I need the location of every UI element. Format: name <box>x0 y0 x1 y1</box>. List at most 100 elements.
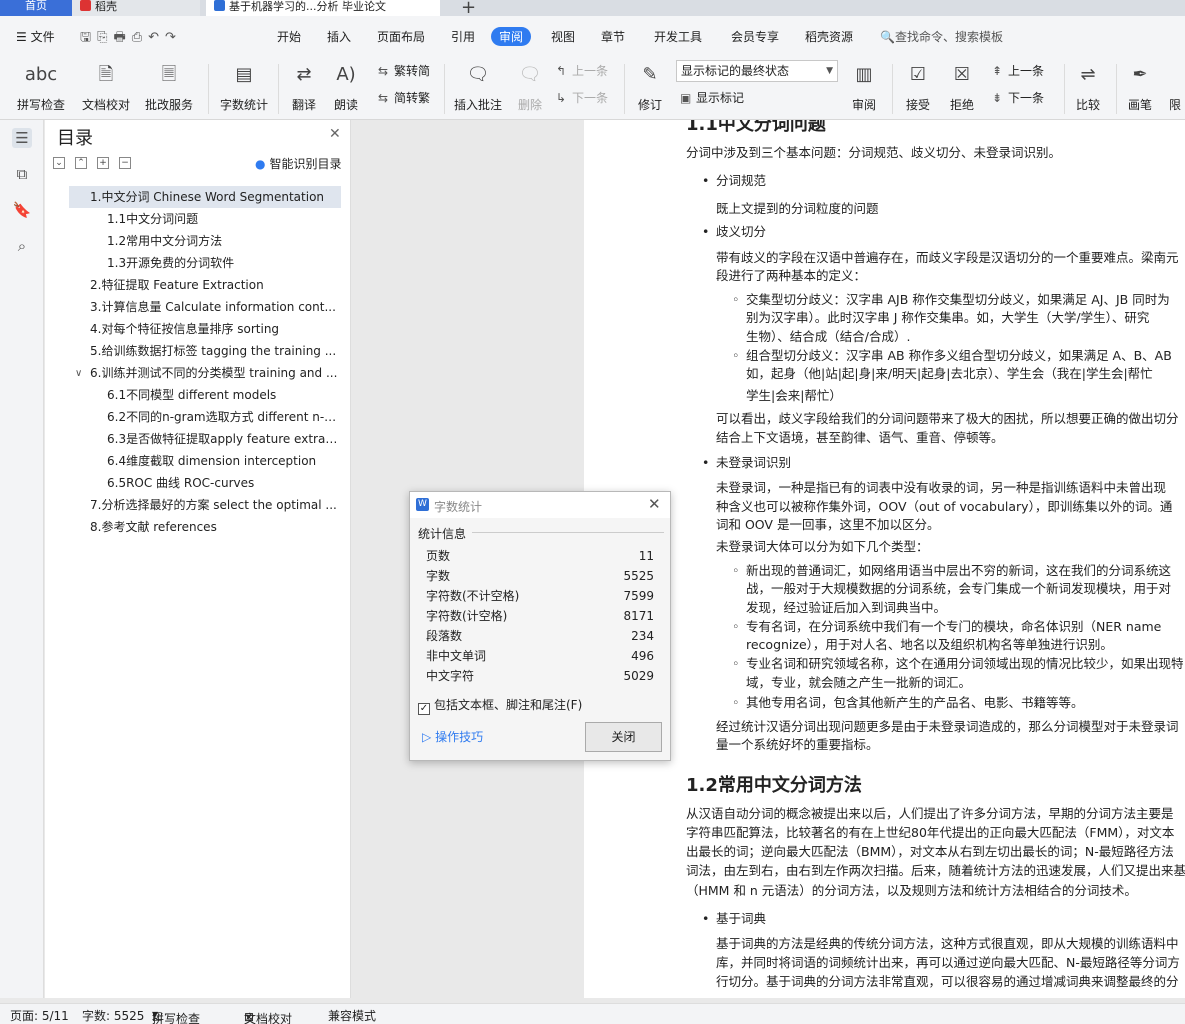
batch-service-button[interactable]: 🗏 批改服务 <box>138 60 200 113</box>
spell-check-button[interactable]: abc 拼写检查 <box>10 60 72 113</box>
toc-item[interactable]: 1.3开源免费的分词软件 <box>107 252 339 274</box>
paragraph: 发现，经过验证后加入到词典当中。 <box>746 600 947 615</box>
bookmark-icon[interactable]: 🔖 <box>12 200 32 220</box>
menu-docer-resources[interactable]: 稻壳资源 <box>805 28 853 45</box>
translate-button[interactable]: ⇄ 翻译 <box>284 60 324 113</box>
menu-chapter[interactable]: 章节 <box>601 28 625 45</box>
toc-item[interactable]: 2.特征提取 Feature Extraction <box>90 274 340 296</box>
navigation-pane-icon[interactable]: ⧉ <box>12 164 32 184</box>
spell-check-status[interactable]: ☑ 拼写检查 ▾ <box>152 1007 200 1024</box>
command-search[interactable]: 🔍查找命令、搜索模板 <box>880 28 1003 45</box>
chevron-down-icon[interactable]: ∨ <box>75 368 82 379</box>
paragraph: recognize），用于对人名、地名以及组织机构名等单独进行识别。 <box>746 637 1113 652</box>
paragraph: 库，并同时将词语的词频统计出来，再可以通过逆向最大匹配、N-最短路径等分词方 <box>716 955 1180 970</box>
menu-start[interactable]: 开始 <box>277 28 301 45</box>
remove-icon[interactable]: − <box>119 157 131 169</box>
menu-reference[interactable]: 引用 <box>451 28 475 45</box>
collapse-up-icon[interactable]: ⌃ <box>75 157 87 169</box>
tips-link[interactable]: ▷ 操作技巧 <box>422 728 483 745</box>
stat-row: 非中文单词 496 <box>426 646 654 666</box>
toc-item[interactable]: 6.5ROC 曲线 ROC-curves <box>107 472 339 494</box>
new-tab-icon[interactable]: + <box>461 0 476 16</box>
expand-down-icon[interactable]: ⌄ <box>53 157 65 169</box>
file-menu[interactable]: ☰ 文件 <box>16 28 55 45</box>
prev-comment-label: 上一条 <box>572 64 609 78</box>
page-indicator[interactable]: 页面: 5/11 <box>10 1007 69 1024</box>
toc-item[interactable]: 1.1中文分词问题 <box>107 208 339 230</box>
menu-bar: ☰ 文件 🖫⎘🖶⎙↶↷ 开始 插入 页面布局 引用 审阅 视图 章节 开发工具 … <box>0 16 1185 56</box>
doc-proof-icon: 🗎 <box>98 64 114 85</box>
reject-button[interactable]: ☒ 拒绝 <box>944 60 980 113</box>
track-changes-button[interactable]: ✎ 修订 <box>630 60 670 113</box>
simp-to-trad-button[interactable]: ⇆ 简转繁 <box>378 89 430 106</box>
status-bar: 页面: 5/11 字数: 5525 ☑ 拼写检查 ▾ ⊠ 文档校对 兼容模式 <box>0 1003 1185 1024</box>
smart-toc-button[interactable]: ● 智能识别目录 <box>255 155 342 172</box>
insert-comment-button[interactable]: 🗨 插入批注 <box>450 60 506 113</box>
tab-docer[interactable]: 稻壳 <box>72 0 200 16</box>
paragraph: 分词中涉及到三个基本问题：分词规范、歧义切分、未登录词识别。 <box>686 145 1062 160</box>
next-change-icon: ⇟ <box>992 91 1003 105</box>
toc-item[interactable]: 1.中文分词 Chinese Word Segmentation <box>69 186 341 208</box>
read-aloud-button[interactable]: A) 朗读 <box>328 60 364 113</box>
show-markup-button[interactable]: ▣ 显示标记 <box>680 89 744 106</box>
file-menu-label: 文件 <box>30 30 55 44</box>
doc-proof-button[interactable]: 🗎 文档校对 <box>78 60 134 113</box>
word-count-button[interactable]: ▤ 字数统计 <box>216 60 272 113</box>
toc-item[interactable]: 4.对每个特征按信息量排序 sorting <box>90 318 340 340</box>
toc-pane-icon[interactable]: ☰ <box>12 128 32 148</box>
paragraph: 未登录词，一种是指已有的词表中没有收录的词，另一种是指训练语料中未曾出现 <box>716 480 1167 495</box>
translate-label: 翻译 <box>291 98 316 112</box>
ink-button[interactable]: ✒ 画笔 <box>1122 60 1158 113</box>
sub-bullet-item: 专有名词，在分词系统中我们有一个专门的模块，命名体识别（NER name <box>732 619 1161 635</box>
next-change-label: 下一条 <box>1008 91 1045 105</box>
toc-item[interactable]: 6.2不同的n-gram选取方式 different n- ... <box>107 406 339 428</box>
next-change-button[interactable]: ⇟ 下一条 <box>992 89 1044 106</box>
quick-access-icons[interactable]: 🖫⎘🖶⎙↶↷ <box>80 28 182 50</box>
toc-item[interactable]: 6.4维度截取 dimension interception <box>107 450 339 472</box>
heading-1-2: 1.2常用中文分词方法 <box>686 775 862 796</box>
ribbon-divider <box>1064 64 1065 114</box>
close-icon[interactable]: ✕ <box>329 126 341 142</box>
compare-button[interactable]: ⇌ 比较 <box>1068 60 1108 113</box>
review-pane-button[interactable]: ▥ 审阅 <box>846 60 882 113</box>
ribbon-divider <box>208 64 209 114</box>
prev-comment-button[interactable]: ↰ 上一条 <box>556 62 608 79</box>
toc-item[interactable]: 3.计算信息量 Calculate information cont... <box>90 296 340 318</box>
paragraph: 域，专业，就会随之产生一批新的词汇。 <box>746 675 972 690</box>
spell-check-icon: abc <box>24 64 58 85</box>
include-textbox-label: 包括文本框、脚注和尾注(F) <box>434 698 583 712</box>
close-icon[interactable]: ✕ <box>648 495 661 513</box>
add-icon[interactable]: + <box>97 157 109 169</box>
next-comment-icon: ↳ <box>556 91 567 105</box>
accept-button[interactable]: ☑ 接受 <box>900 60 936 113</box>
toc-item[interactable]: 8.参考文献 references <box>90 516 340 538</box>
trad-to-simp-button[interactable]: ⇆ 繁转简 <box>378 62 430 79</box>
toc-item[interactable]: 6.1不同模型 different models <box>107 384 339 406</box>
tab-home[interactable]: 首页 <box>0 0 72 16</box>
section-divider <box>472 532 664 533</box>
menu-insert[interactable]: 插入 <box>327 28 351 45</box>
toc-item[interactable]: 5.给训练数据打标签 tagging the training ... <box>90 340 340 362</box>
restrict-button[interactable]: 限 <box>1166 60 1184 113</box>
tab-document[interactable]: 基于机器学习的...分析 毕业论文 <box>206 0 440 16</box>
delete-comment-button[interactable]: 🗨 删除 <box>510 60 550 113</box>
document-page[interactable]: 1.1中文分词问题 分词中涉及到三个基本问题：分词规范、歧义切分、未登录词识别。… <box>584 120 1185 998</box>
toc-item[interactable]: 6.训练并测试不同的分类模型 training and ... <box>90 362 340 384</box>
menu-member[interactable]: 会员专享 <box>731 28 779 45</box>
stat-row: 字数 5525 <box>426 566 654 586</box>
next-comment-button[interactable]: ↳ 下一条 <box>556 89 608 106</box>
toc-item[interactable]: 6.3是否做特征提取apply feature extrac... <box>107 428 339 450</box>
paragraph: 带有歧义的字段在汉语中普遍存在，而歧义字段是汉语切分的一个重要难点。梁南元 <box>716 250 1179 265</box>
toc-item[interactable]: 7.分析选择最好的方案 select the optimal ... <box>90 494 340 516</box>
menu-review[interactable]: 审阅 <box>491 27 532 46</box>
word-count-indicator[interactable]: 字数: 5525 <box>82 1007 144 1024</box>
search-icon[interactable]: ⌕ <box>12 236 32 256</box>
menu-view[interactable]: 视图 <box>551 28 575 45</box>
menu-devtools[interactable]: 开发工具 <box>654 28 702 45</box>
markup-mode-select[interactable]: 显示标记的最终状态 ▼ <box>676 60 838 82</box>
toc-item[interactable]: 1.2常用中文分词方法 <box>107 230 339 252</box>
prev-change-button[interactable]: ⇞ 上一条 <box>992 62 1044 79</box>
menu-layout[interactable]: 页面布局 <box>377 28 425 45</box>
close-button[interactable]: 关闭 <box>585 722 662 752</box>
include-textbox-checkbox[interactable]: ✓ 包括文本框、脚注和尾注(F) <box>418 696 582 715</box>
